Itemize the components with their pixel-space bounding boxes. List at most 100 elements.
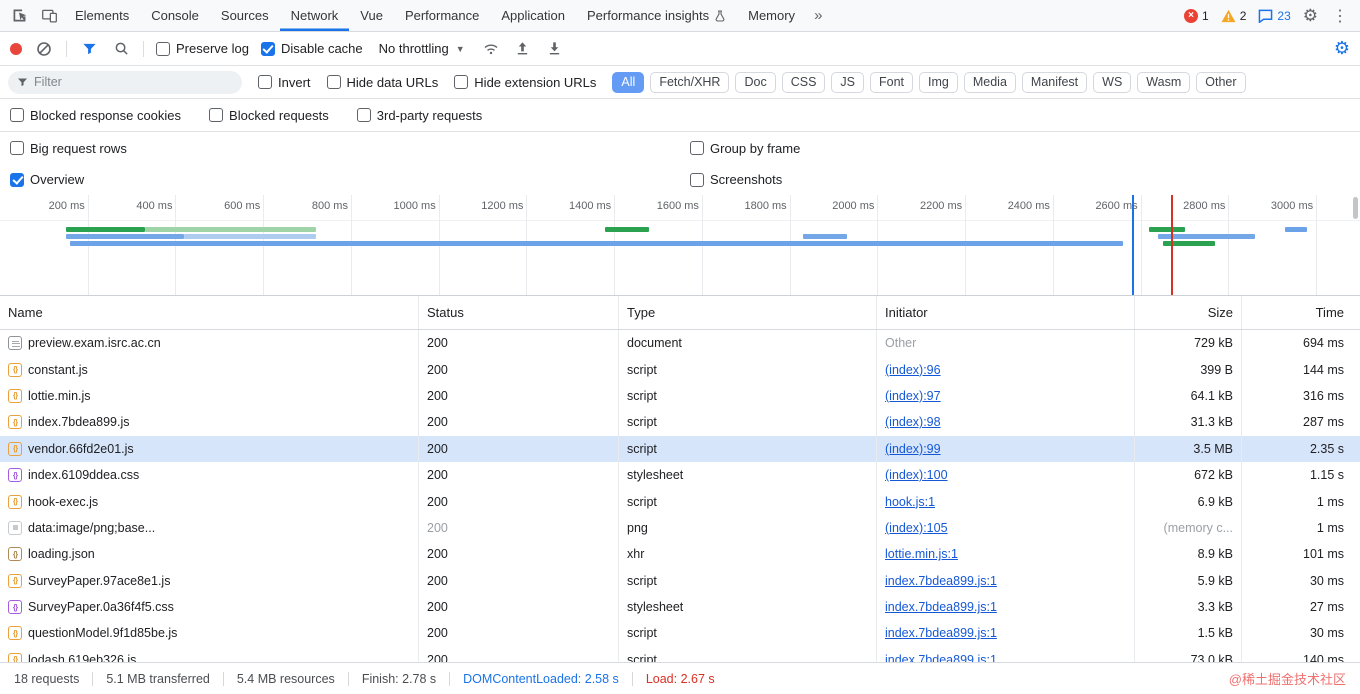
table-row[interactable]: vendor.66fd2e01.js 200script (index):99 3.5… (0, 435, 1360, 462)
tab-vue[interactable]: Vue (349, 0, 394, 31)
column-header-status[interactable]: Status (419, 296, 619, 329)
tab-console[interactable]: Console (140, 0, 210, 31)
table-row[interactable]: lottie.min.js 200script (index):97 64.1 kB 3… (0, 382, 1360, 410)
hide-data-urls-checkbox[interactable]: Hide data URLs (326, 75, 438, 90)
tab-sources[interactable]: Sources (210, 0, 280, 31)
clear-icon[interactable] (34, 39, 54, 59)
warning-badge[interactable]: 2 (1221, 9, 1246, 23)
domcontentloaded-marker (1131, 195, 1134, 295)
filter-chip-all[interactable]: All (612, 71, 645, 93)
table-row[interactable]: preview.exam.isrc.ac.cn 200 document Other 7… (0, 330, 1360, 357)
checkbox-box (258, 75, 272, 89)
tab-memory[interactable]: Memory (737, 0, 806, 31)
checkbox-label: Screenshots (710, 172, 783, 187)
big-request-rows-checkbox[interactable]: Big request rows (10, 141, 127, 156)
filter-chip-doc[interactable]: Doc (735, 71, 776, 93)
type-cell: script (619, 356, 877, 383)
table-row[interactable]: loading.json 200xhr lottie.min.js:1 8.9 kB 1… (0, 541, 1360, 568)
table-row[interactable]: SurveyPaper.0a36f4f5.css 200stylesheet ind… (0, 593, 1360, 621)
tab-elements[interactable]: Elements (64, 0, 140, 31)
filter-chip-wasm[interactable]: Wasm (1137, 71, 1191, 93)
group-by-frame-checkbox[interactable]: Group by frame (690, 141, 800, 156)
filter-chip-ws[interactable]: WS (1093, 71, 1132, 93)
hide-extension-urls-checkbox[interactable]: Hide extension URLs (454, 75, 596, 90)
initiator-link[interactable]: (index):97 (885, 389, 941, 403)
initiator-link[interactable]: hook.js:1 (885, 495, 935, 509)
filter-chip-font[interactable]: Font (870, 71, 914, 93)
filter-chip-manifest[interactable]: Manifest (1021, 71, 1088, 93)
kebab-menu-icon[interactable]: ⋮ (1330, 6, 1350, 26)
stylesheet-icon (8, 468, 22, 483)
initiator-link[interactable]: (index):105 (885, 521, 948, 535)
filter-chip-media[interactable]: Media (963, 71, 1016, 93)
search-icon[interactable] (111, 39, 131, 59)
network-settings-gear-icon[interactable]: ⚙ (1334, 38, 1350, 59)
experiment-icon (714, 9, 726, 22)
filter-input[interactable] (34, 75, 233, 89)
table-row[interactable]: index.7bdea899.js 200script (index):98 31.3… (0, 409, 1360, 436)
column-header-name[interactable]: Name (0, 296, 419, 329)
filter-chip-fetch-xhr[interactable]: Fetch/XHR (650, 71, 730, 93)
filter-chip-img[interactable]: Img (919, 71, 958, 93)
screenshots-checkbox[interactable]: Screenshots (690, 172, 782, 187)
tab-network[interactable]: Network (280, 0, 350, 31)
device-toolbar-icon[interactable] (34, 0, 64, 31)
error-badge[interactable]: × 1 (1184, 8, 1209, 23)
import-har-icon[interactable] (513, 39, 533, 59)
column-header-time[interactable]: Time (1242, 296, 1360, 329)
export-har-icon[interactable] (545, 39, 565, 59)
table-header: Name Status Type Initiator Size Time (0, 296, 1360, 330)
tab-performance[interactable]: Performance (394, 0, 490, 31)
tab-performance-insights[interactable]: Performance insights (576, 0, 737, 31)
initiator-link[interactable]: (index):100 (885, 468, 948, 482)
status-cell: 200 (419, 435, 619, 462)
overview-scrollbar-thumb[interactable] (1353, 197, 1358, 219)
initiator-link[interactable]: (index):98 (885, 415, 941, 429)
filter-chip-css[interactable]: CSS (781, 71, 826, 93)
initiator-link[interactable]: lottie.min.js:1 (885, 547, 958, 561)
status-cell: 200 (419, 330, 619, 357)
rows-options-row: Big request rows Group by frame (0, 132, 1360, 164)
inspect-icon[interactable] (4, 0, 34, 31)
initiator-link[interactable]: index.7bdea899.js:1 (885, 653, 997, 662)
table-row[interactable]: lodash.619eb326.js 200script index.7bdea89… (0, 646, 1360, 662)
third-party-requests-checkbox[interactable]: 3rd-party requests (356, 108, 482, 123)
filter-chip-other[interactable]: Other (1196, 71, 1246, 93)
invert-checkbox[interactable]: Invert (258, 75, 311, 90)
table-row[interactable]: index.6109ddea.css 200stylesheet (index):1… (0, 461, 1360, 489)
messages-badge[interactable]: 23 (1258, 9, 1291, 23)
filter-funnel-icon[interactable] (79, 39, 99, 59)
blocked-response-cookies-checkbox[interactable]: Blocked response cookies (10, 108, 181, 123)
initiator-cell: index.7bdea899.js:1 (877, 593, 1135, 621)
overview-checkbox[interactable]: Overview (10, 172, 84, 187)
tab-application[interactable]: Application (490, 0, 576, 31)
column-header-size[interactable]: Size (1135, 296, 1242, 329)
settings-gear-icon[interactable]: ⚙ (1303, 6, 1318, 26)
status-divider (449, 671, 451, 686)
column-header-initiator[interactable]: Initiator (877, 296, 1135, 329)
size-cell: 3.3 kB (1135, 593, 1242, 621)
document-icon (8, 336, 22, 351)
initiator-link[interactable]: index.7bdea899.js:1 (885, 600, 997, 614)
more-tabs-chevron[interactable]: » (806, 0, 830, 31)
throttling-select[interactable]: No throttling ▼ (375, 39, 469, 58)
network-conditions-icon[interactable] (481, 39, 501, 59)
initiator-link[interactable]: (index):96 (885, 363, 941, 377)
column-header-type[interactable]: Type (619, 296, 877, 329)
initiator-link[interactable]: index.7bdea899.js:1 (885, 574, 997, 588)
tick-label: 1200 ms (481, 200, 524, 212)
table-row[interactable]: SurveyPaper.97ace8e1.js 200script index.7b… (0, 567, 1360, 594)
preserve-log-checkbox[interactable]: Preserve log (156, 41, 249, 56)
disable-cache-checkbox[interactable]: Disable cache (260, 41, 363, 56)
type-cell: script (619, 567, 877, 594)
table-row[interactable]: questionModel.9f1d85be.js 200script index.… (0, 620, 1360, 647)
initiator-link[interactable]: (index):99 (885, 442, 941, 456)
blocked-requests-checkbox[interactable]: Blocked requests (209, 108, 329, 123)
initiator-link[interactable]: index.7bdea899.js:1 (885, 626, 997, 640)
filter-chip-js[interactable]: JS (831, 71, 864, 93)
table-row[interactable]: data:image/png;base... 200 png (index):105 (… (0, 514, 1360, 542)
overview-strip[interactable]: 200 ms 400 ms 600 ms 800 ms 1000 ms 1200 ms 14… (0, 195, 1360, 296)
table-row[interactable]: hook-exec.js 200script hook.js:1 6.9 kB 1 ms (0, 488, 1360, 515)
table-row[interactable]: constant.js 200script (index):96 399 B 144 m… (0, 356, 1360, 383)
record-button[interactable] (10, 42, 22, 55)
